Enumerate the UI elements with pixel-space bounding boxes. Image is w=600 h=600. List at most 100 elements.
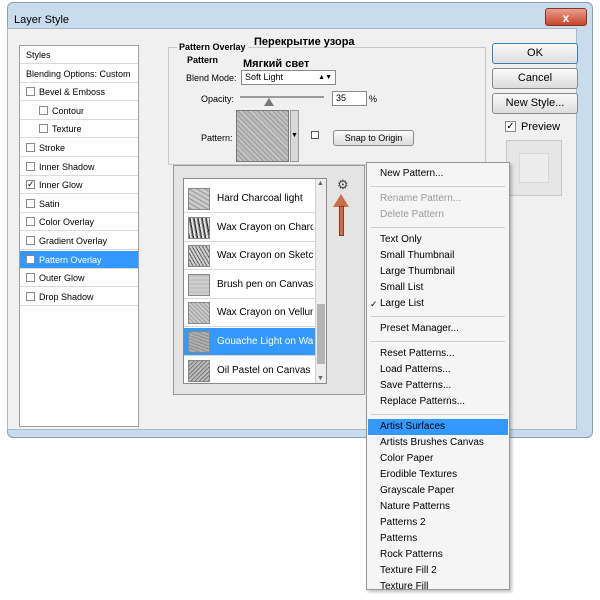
- group-title: Pattern Overlay: [177, 42, 248, 52]
- pattern-list-item[interactable]: Brush pen on Canvas: [184, 271, 315, 299]
- menu-item[interactable]: Patterns 2: [380, 515, 426, 531]
- style-checkbox[interactable]: [26, 236, 35, 245]
- gear-icon[interactable]: ⚙: [337, 177, 349, 193]
- style-item-label: Bevel & Emboss: [39, 87, 106, 98]
- menu-item[interactable]: Replace Patterns...: [380, 394, 465, 410]
- style-item[interactable]: ✓ Inner Glow: [20, 176, 138, 195]
- pattern-name: Wax Crayon on Charcoal: [217, 221, 313, 233]
- style-item-label: Pattern Overlay: [39, 254, 102, 265]
- menu-item[interactable]: Artists Brushes Canvas: [380, 435, 484, 451]
- opacity-label: Opacity:: [201, 94, 235, 104]
- pattern-label: Pattern:: [201, 133, 233, 143]
- opacity-unit: %: [369, 94, 378, 104]
- scroll-up-icon[interactable]: ▲: [317, 180, 324, 187]
- menu-item[interactable]: Patterns: [380, 531, 417, 547]
- menu-item[interactable]: Rock Patterns: [380, 547, 443, 563]
- pattern-name: Brush pen on Canvas: [217, 278, 313, 290]
- new-style-button[interactable]: New Style...: [492, 93, 578, 114]
- pattern-name: Hard Charcoal light: [217, 193, 303, 204]
- menu-item[interactable]: Texture Fill 2: [380, 563, 437, 579]
- pattern-thumbnail: [188, 245, 210, 268]
- menu-item[interactable]: Text Only: [380, 232, 422, 248]
- pattern-list-item[interactable]: Gouache Light on Watercolor: [184, 328, 315, 356]
- style-item[interactable]: Gradient Overlay: [20, 232, 138, 250]
- menu-item[interactable]: Artist Surfaces: [380, 419, 445, 435]
- menu-item[interactable]: Small Thumbnail: [380, 248, 454, 264]
- style-item[interactable]: Satin: [20, 195, 138, 213]
- style-item[interactable]: Drop Shadow: [20, 288, 138, 306]
- pattern-dropdown-arrow[interactable]: ▼: [290, 110, 299, 162]
- style-item-label: Satin: [39, 198, 60, 209]
- opacity-slider-thumb[interactable]: [264, 98, 275, 106]
- pattern-list-scrollbar[interactable]: ▲ ▼: [315, 179, 326, 383]
- style-item[interactable]: Outer Glow: [20, 269, 138, 288]
- style-checkbox[interactable]: [26, 291, 35, 301]
- style-item-label: Stroke: [39, 143, 66, 153]
- style-item[interactable]: Stroke: [20, 139, 138, 157]
- preview-thumbnail: [506, 140, 562, 196]
- ok-button[interactable]: OK: [492, 43, 578, 64]
- menu-item[interactable]: Texture Fill: [380, 579, 428, 595]
- menu-item[interactable]: New Pattern...: [380, 166, 443, 182]
- style-checkbox[interactable]: [26, 198, 35, 208]
- style-item-label: Texture: [52, 124, 82, 135]
- style-checkbox[interactable]: ✓: [26, 254, 35, 264]
- menu-item[interactable]: Large List: [380, 296, 424, 312]
- style-checkbox[interactable]: [26, 217, 35, 227]
- style-checkbox[interactable]: [26, 143, 35, 152]
- scrollbar-thumb[interactable]: [317, 304, 325, 364]
- style-item[interactable]: ✓ Pattern Overlay: [20, 250, 138, 269]
- style-item[interactable]: Styles: [20, 46, 138, 64]
- pattern-list: ▲ ▼ Hard Charcoal light Wax Crayon on Cha…: [183, 178, 327, 384]
- menu-separator: [371, 316, 505, 317]
- cancel-button[interactable]: Cancel: [492, 68, 578, 89]
- menu-item[interactable]: Reset Patterns...: [380, 346, 454, 362]
- opacity-input[interactable]: 35: [332, 91, 367, 106]
- pattern-list-item[interactable]: Wax Crayon on Charcoal: [184, 214, 315, 242]
- title-bar[interactable]: Layer Style x: [8, 3, 592, 29]
- style-item[interactable]: Texture: [20, 120, 138, 139]
- menu-item[interactable]: Grayscale Paper: [380, 483, 454, 499]
- new-preset-icon[interactable]: [311, 131, 319, 139]
- blend-mode-select[interactable]: Soft Light ▲▼: [241, 70, 336, 85]
- pattern-list-item[interactable]: Wax Crayon on Vellum: [184, 299, 315, 328]
- annotation-soft-light: Мягкий свет: [243, 58, 310, 70]
- pattern-thumbnail: [188, 188, 210, 210]
- style-checkbox[interactable]: [26, 273, 35, 283]
- menu-item[interactable]: Nature Patterns: [380, 499, 450, 515]
- style-item[interactable]: Inner Shadow: [20, 158, 138, 176]
- pattern-list-item[interactable]: Oil Pastel on Canvas: [184, 357, 315, 383]
- menu-item[interactable]: Preset Manager...: [380, 321, 459, 337]
- style-item-label: Inner Glow: [39, 180, 83, 191]
- style-checkbox[interactable]: [39, 105, 48, 115]
- opacity-slider[interactable]: [240, 96, 324, 98]
- menu-item[interactable]: Large Thumbnail: [380, 264, 455, 280]
- close-button[interactable]: x: [545, 8, 587, 26]
- style-checkbox[interactable]: [39, 124, 48, 134]
- menu-item[interactable]: Color Paper: [380, 451, 433, 467]
- snap-to-origin-button[interactable]: Snap to Origin: [333, 130, 414, 146]
- menu-item[interactable]: Erodible Textures: [380, 467, 457, 483]
- menu-item[interactable]: Save Patterns...: [380, 378, 451, 394]
- pattern-thumbnail: [188, 331, 210, 353]
- menu-item[interactable]: Small List: [380, 280, 423, 296]
- style-item-label: Blending Options: Custom: [26, 68, 131, 79]
- style-item[interactable]: Contour: [20, 102, 138, 120]
- style-item[interactable]: Blending Options: Custom: [20, 65, 138, 83]
- menu-item[interactable]: Load Patterns...: [380, 362, 451, 378]
- pattern-thumbnail: [188, 273, 210, 296]
- preview-checkbox[interactable]: ✓: [505, 121, 516, 132]
- pattern-swatch[interactable]: [236, 110, 289, 162]
- blend-mode-value: Soft Light: [245, 72, 284, 82]
- pattern-list-item[interactable]: Hard Charcoal light: [184, 185, 315, 213]
- pattern-thumbnail: [188, 359, 210, 382]
- scroll-down-icon[interactable]: ▼: [317, 375, 324, 382]
- window-title: Layer Style: [14, 14, 70, 26]
- menu-item: Rename Pattern...: [380, 193, 462, 204]
- style-item[interactable]: Bevel & Emboss: [20, 83, 138, 102]
- pattern-list-item[interactable]: Wax Crayon on Sketch: [184, 242, 315, 271]
- style-checkbox[interactable]: ✓: [26, 180, 35, 190]
- style-item[interactable]: Color Overlay: [20, 213, 138, 232]
- style-checkbox[interactable]: [26, 87, 35, 97]
- style-checkbox[interactable]: [26, 161, 35, 171]
